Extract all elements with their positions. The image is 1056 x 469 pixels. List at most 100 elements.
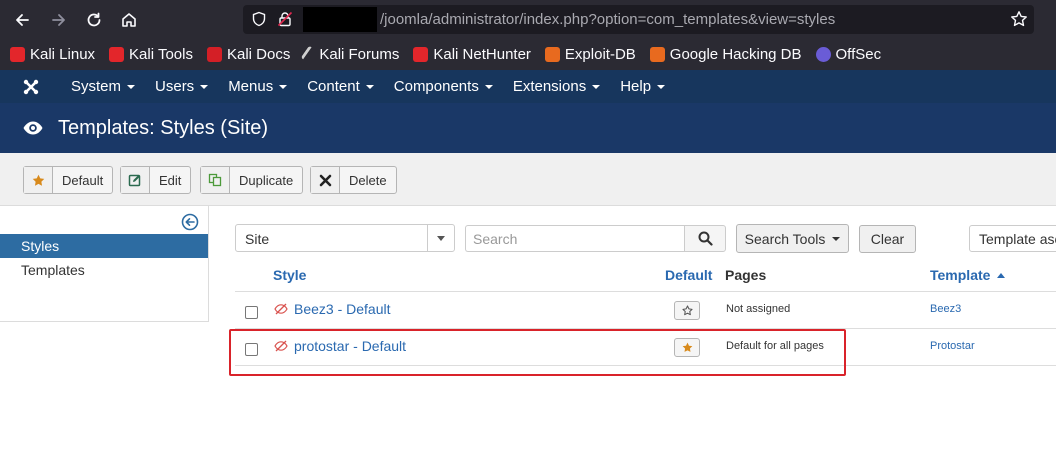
url-bar[interactable]: /joomla/administrator/index.php?option=c… — [243, 5, 1034, 34]
browser-toolbar: /joomla/administrator/index.php?option=c… — [0, 0, 1056, 39]
default-style-indicator[interactable] — [674, 338, 700, 357]
column-header-pages: Pages — [725, 267, 767, 283]
bookmark-item[interactable]: Kali Forums — [300, 45, 400, 64]
client-filter-select[interactable]: Site — [235, 224, 455, 252]
row-checkbox[interactable] — [245, 306, 258, 319]
menu-help[interactable]: Help — [610, 78, 675, 95]
menu-label: Menus — [228, 78, 274, 95]
delete-button[interactable]: Delete — [310, 166, 397, 194]
kali-dragon-icon — [413, 47, 429, 62]
sidebar-item-templates[interactable]: Templates — [0, 258, 208, 282]
joomla-logo-icon[interactable] — [13, 70, 49, 103]
default-button[interactable]: Default — [23, 166, 114, 194]
style-link[interactable]: Beez3 - Default — [294, 301, 391, 317]
search-input[interactable] — [465, 225, 685, 252]
table-row: Beez3 - Default Not assigned Beez3 — [235, 292, 1056, 329]
eye-slash-icon — [274, 303, 288, 315]
menu-label: System — [71, 78, 122, 95]
menu-menus[interactable]: Menus — [218, 78, 297, 95]
template-link[interactable]: Beez3 — [930, 303, 961, 315]
search-tools-button[interactable]: Search Tools — [736, 224, 849, 253]
caret-down-icon — [592, 84, 601, 89]
chevron-down-icon — [427, 225, 454, 251]
bookmark-item[interactable]: Exploit-DB — [544, 46, 636, 63]
menu-components[interactable]: Components — [384, 78, 503, 95]
eye-slash-icon — [274, 340, 288, 352]
table-row: protostar - Default Default for all page… — [235, 329, 1056, 366]
page-title: Templates: Styles (Site) — [58, 116, 269, 139]
star-outline-icon — [681, 305, 693, 316]
reload-button[interactable] — [82, 8, 106, 32]
bookmark-label: Kali Forums — [319, 46, 400, 63]
home-button[interactable] — [117, 8, 141, 32]
duplicate-button-label: Duplicate — [239, 172, 294, 188]
bookmark-item[interactable]: Kali NetHunter — [413, 46, 531, 63]
bookmark-item[interactable]: Google Hacking DB — [649, 46, 802, 63]
template-link[interactable]: Protostar — [930, 340, 975, 352]
bookmark-item[interactable]: Kali Tools — [109, 46, 193, 63]
bookmark-item[interactable]: Kali Docs — [206, 46, 290, 63]
menu-label: Extensions — [512, 78, 587, 95]
bookmark-label: Kali Tools — [129, 46, 193, 63]
bookmark-label: Google Hacking DB — [669, 46, 802, 63]
menu-label: Users — [155, 78, 195, 95]
column-header-default[interactable]: Default — [665, 267, 712, 283]
menu-content[interactable]: Content — [297, 78, 384, 95]
caret-down-icon — [279, 84, 288, 89]
star-icon — [682, 342, 692, 352]
caret-down-icon — [832, 236, 841, 241]
star-icon — [24, 167, 53, 193]
action-toolbar: Default Edit Duplicate Delete — [0, 153, 1056, 206]
caret-down-icon — [365, 84, 374, 89]
bookmark-star-icon[interactable] — [1010, 10, 1028, 28]
insecure-lock-icon[interactable] — [277, 11, 293, 27]
column-header-template[interactable]: Template — [930, 267, 1006, 283]
bookmark-label: Kali Linux — [30, 46, 96, 63]
kali-dragon-icon — [10, 47, 25, 62]
style-link[interactable]: protostar - Default — [294, 338, 406, 354]
redacted-host — [303, 7, 377, 32]
client-filter-value: Site — [245, 231, 270, 247]
edit-button[interactable]: Edit — [120, 166, 192, 194]
admin-menu-bar: System Users Menus Content Components Extensi… — [0, 70, 1056, 103]
menu-label: Content — [307, 78, 360, 95]
search-icon — [698, 231, 713, 246]
menu-system[interactable]: System — [61, 78, 145, 95]
collapse-sidebar-icon[interactable] — [181, 213, 199, 231]
table-header: Style Default Pages Template — [235, 260, 1056, 292]
menu-label: Help — [620, 78, 652, 95]
menu-extensions[interactable]: Extensions — [503, 78, 610, 95]
bookmark-label: Exploit-DB — [564, 46, 636, 63]
bookmark-item[interactable]: Kali Linux — [10, 46, 95, 63]
clear-button[interactable]: Clear — [859, 225, 916, 253]
bookmark-item[interactable]: OffSec — [815, 46, 881, 63]
search-tools-label: Search Tools — [744, 230, 826, 247]
search-button[interactable] — [684, 225, 726, 252]
set-default-button[interactable] — [674, 301, 700, 320]
admin-menu: System Users Menus Content Components Extensi… — [61, 78, 675, 95]
kali-dragon-icon — [109, 47, 125, 62]
home-icon — [122, 13, 136, 27]
back-button[interactable] — [10, 8, 34, 32]
offsec-icon — [815, 47, 831, 62]
url-text[interactable]: /joomla/administrator/index.php?option=c… — [380, 11, 835, 28]
sort-order-select[interactable]: Template asc — [969, 225, 1056, 252]
page-header: Templates: Styles (Site) — [0, 103, 1056, 153]
caret-down-icon — [200, 84, 209, 89]
menu-users[interactable]: Users — [145, 78, 218, 95]
column-header-style[interactable]: Style — [273, 267, 306, 283]
caret-down-icon — [657, 84, 666, 89]
sidebar-item-styles[interactable]: Styles — [0, 234, 208, 258]
eye-icon — [23, 121, 43, 135]
bookmarks-bar: Kali Linux Kali Tools Kali Docs Kali Forums… — [0, 39, 1056, 70]
forward-button[interactable] — [47, 8, 71, 32]
reload-icon — [87, 12, 101, 27]
row-checkbox[interactable] — [245, 343, 258, 356]
duplicate-button[interactable]: Duplicate — [200, 166, 304, 194]
kali-forums-icon — [300, 45, 318, 64]
shield-icon[interactable] — [251, 11, 267, 27]
back-arrow-icon — [16, 14, 29, 26]
edit-button-label: Edit — [159, 172, 182, 188]
caret-down-icon — [127, 84, 136, 89]
delete-button-label: Delete — [349, 172, 387, 188]
